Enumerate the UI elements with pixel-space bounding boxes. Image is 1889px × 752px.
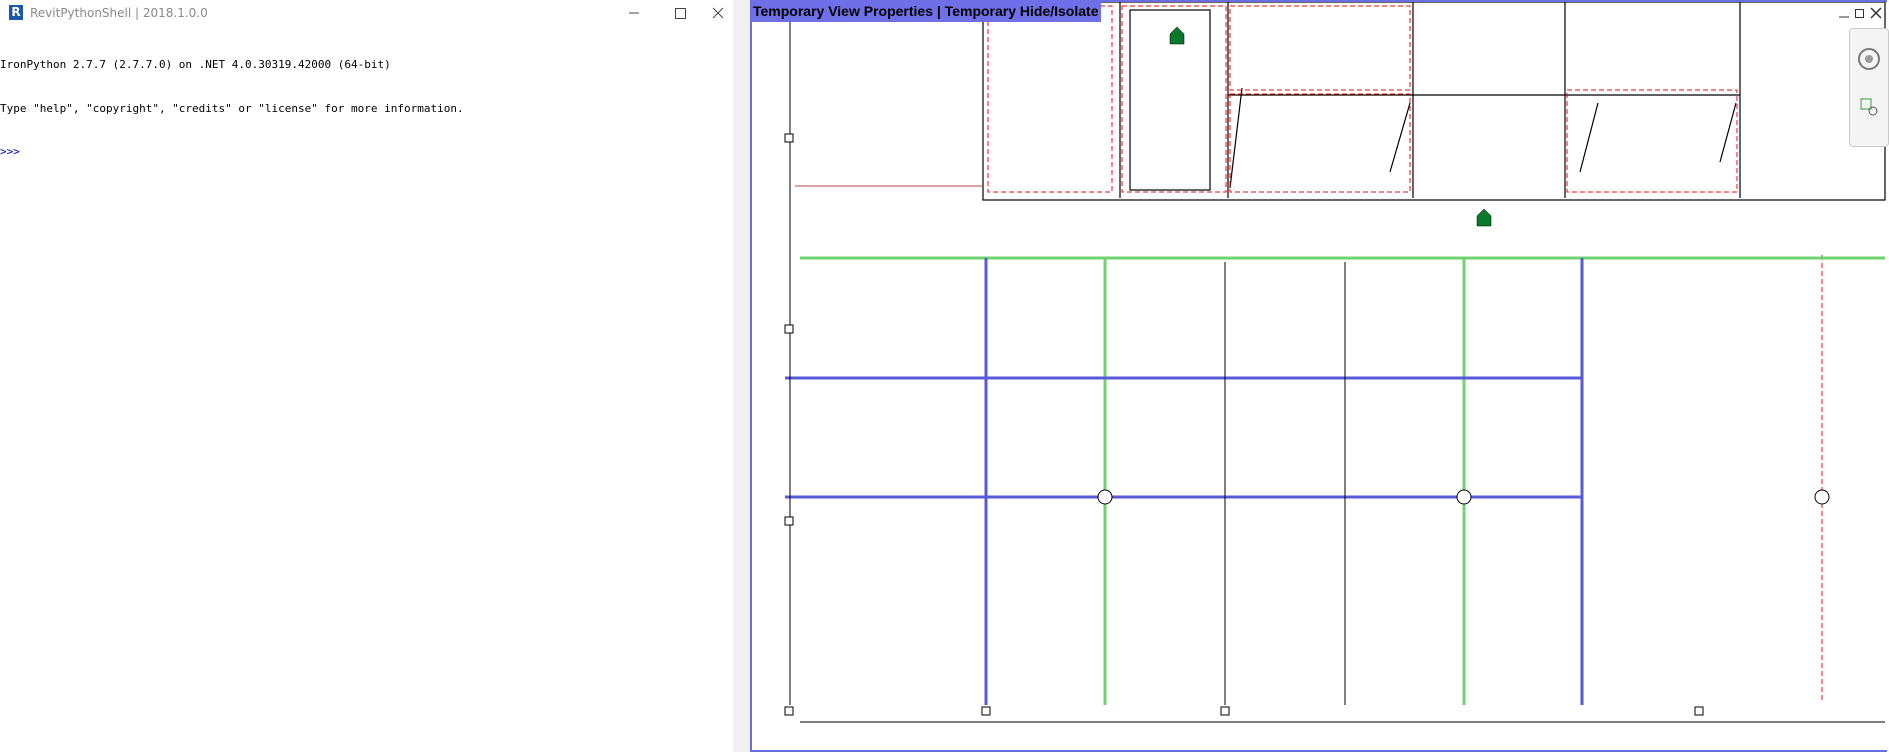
temporary-view-banner: Temporary View Properties | Temporary Hi… bbox=[750, 0, 1102, 22]
close-button[interactable] bbox=[703, 0, 733, 26]
tile-view-icon[interactable] bbox=[1855, 9, 1864, 18]
close-icon bbox=[712, 7, 724, 19]
console-line: Type "help", "copyright", "credits" or "… bbox=[0, 101, 464, 115]
console-prompt[interactable]: >>> bbox=[0, 145, 733, 160]
python-shell-window: R RevitPythonShell | 2018.1.0.0 IronPyth… bbox=[0, 0, 733, 752]
title-bar[interactable]: R RevitPythonShell | 2018.1.0.0 bbox=[0, 0, 733, 26]
navigation-bar bbox=[1849, 28, 1889, 147]
window-title: RevitPythonShell | 2018.1.0.0 bbox=[30, 6, 208, 20]
console-output[interactable]: IronPython 2.7.7 (2.7.7.0) on .NET 4.0.3… bbox=[0, 29, 733, 189]
maximize-button[interactable] bbox=[657, 0, 703, 26]
app-icon: R bbox=[9, 5, 23, 20]
minimize-button[interactable] bbox=[611, 0, 657, 26]
console-line: IronPython 2.7.7 (2.7.7.0) on .NET 4.0.3… bbox=[0, 58, 391, 71]
zoom-icon[interactable] bbox=[1860, 98, 1878, 116]
minimize-icon bbox=[629, 12, 639, 14]
maximize-icon bbox=[675, 8, 686, 19]
steering-wheel-icon[interactable] bbox=[1858, 48, 1880, 70]
window-splitter[interactable] bbox=[733, 0, 750, 752]
revit-plan-view[interactable]: Temporary View Properties | Temporary Hi… bbox=[750, 0, 1889, 752]
view-frame bbox=[750, 0, 1887, 752]
view-window-controls bbox=[1837, 5, 1889, 23]
close-view-icon[interactable] bbox=[1870, 7, 1882, 19]
